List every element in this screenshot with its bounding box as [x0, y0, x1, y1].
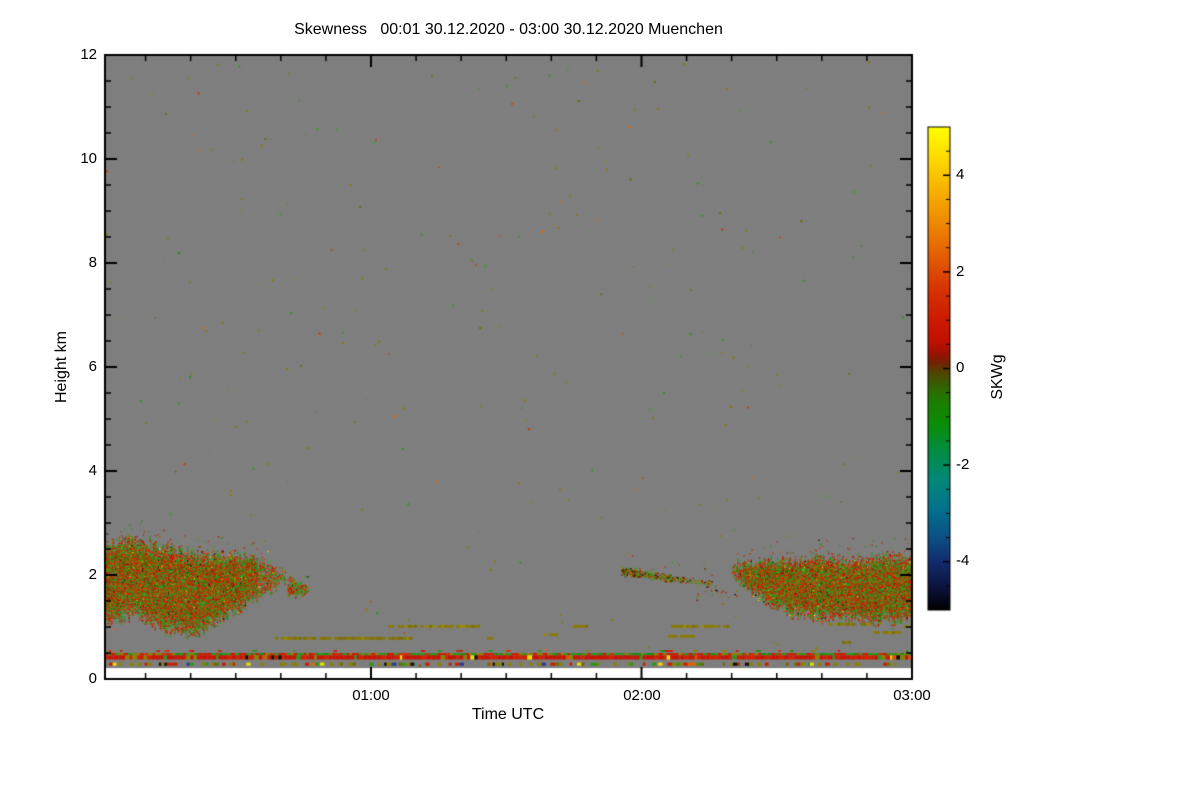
x-tick-label-0200: 02:00	[623, 687, 661, 704]
colorbar-tick-label-4: 4	[956, 166, 965, 183]
y-tick-label-10: 10	[80, 150, 97, 167]
colorbar-tick-label-neg4: -4	[956, 552, 970, 569]
colorbar-tick-label-2: 2	[956, 263, 965, 280]
y-tick-label-6: 6	[88, 358, 97, 375]
x-tick-label-0100: 01:00	[352, 687, 390, 704]
y-tick-label-4: 4	[88, 462, 97, 479]
skewness-quicklook-figure: Skewness 00:01 30.12.2020 - 03:00 30.12.…	[0, 0, 1200, 800]
colorbar-tick-label-neg2: -2	[956, 456, 970, 473]
colorbar-axis-label: SKWg	[989, 354, 1006, 400]
y-tick-label-12: 12	[80, 46, 97, 63]
heatmap-canvas	[0, 0, 1200, 800]
y-tick-label-8: 8	[88, 254, 97, 271]
y-tick-label-2: 2	[88, 566, 97, 583]
plot-title: Skewness 00:01 30.12.2020 - 03:00 30.12.…	[294, 21, 723, 38]
x-axis-label: Time UTC	[471, 706, 545, 723]
x-tick-label-0300: 03:00	[893, 687, 931, 704]
y-tick-label-0: 0	[88, 670, 97, 687]
